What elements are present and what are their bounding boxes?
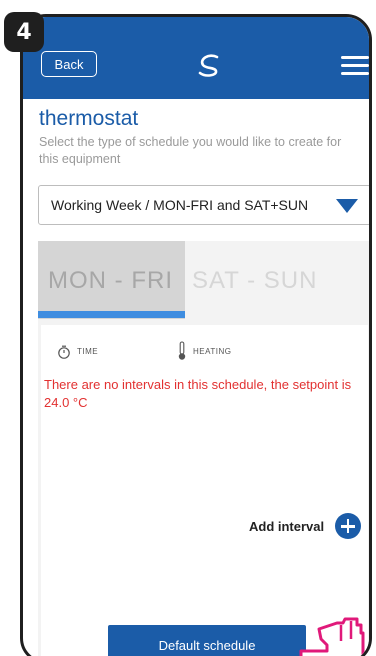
tab-mon-fri[interactable]: MON - FRI xyxy=(38,241,185,319)
default-schedule-button[interactable]: Default schedule xyxy=(108,625,306,656)
empty-schedule-message: There are no intervals in this schedule,… xyxy=(44,377,352,410)
step-number-badge: 4 xyxy=(4,12,44,52)
page-title: thermostat xyxy=(39,107,139,130)
tab-mon-fri-label: MON - FRI xyxy=(48,267,173,294)
schedule-type-select[interactable]: Working Week / MON-FRI and SAT+SUN xyxy=(38,185,369,225)
active-tab-indicator xyxy=(38,311,185,318)
back-button[interactable]: Back xyxy=(41,51,97,77)
page-subtitle: Select the type of schedule you would li… xyxy=(39,135,342,166)
add-interval-button[interactable] xyxy=(335,513,361,539)
pointing-hand-icon xyxy=(299,617,365,656)
dropdown-triangle-icon xyxy=(336,199,358,213)
thermometer-icon xyxy=(178,341,186,360)
time-column-label: TIME xyxy=(77,347,99,356)
salus-logo-icon xyxy=(198,54,219,77)
schedule-intervals-card: TIME HEATING There are no intervals in t… xyxy=(41,325,368,656)
add-interval-label[interactable]: Add interval xyxy=(249,519,324,534)
phone-frame: Back thermostat Select the type of sched… xyxy=(20,14,372,656)
app-header: Back xyxy=(23,17,369,99)
heating-column-label: HEATING xyxy=(193,347,232,356)
schedule-type-value: Working Week / MON-FRI and SAT+SUN xyxy=(51,197,309,213)
schedule-panel: MON - FRI SAT - SUN TIME HEATING There a… xyxy=(38,241,369,656)
stopwatch-icon xyxy=(58,345,70,359)
hamburger-menu-icon[interactable] xyxy=(341,56,369,76)
tab-sat-sun[interactable]: SAT - SUN xyxy=(192,267,317,295)
